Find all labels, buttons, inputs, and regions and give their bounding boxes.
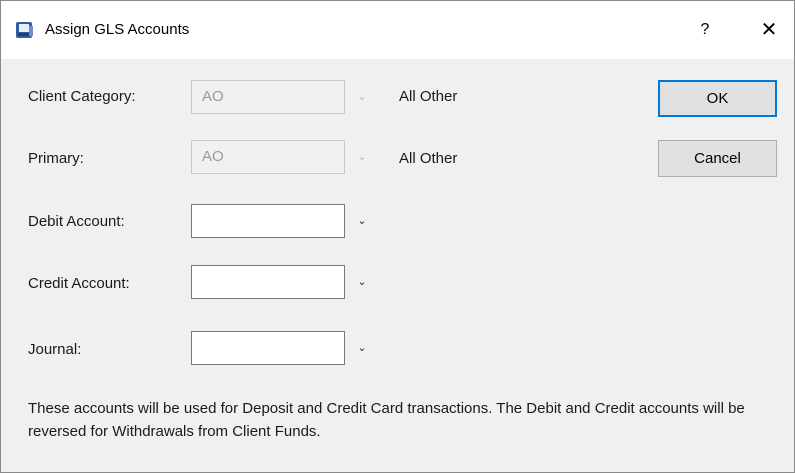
debit-account-combo[interactable]	[191, 204, 345, 238]
chevron-down-icon: ⌄	[357, 151, 367, 163]
credit-account-label: Credit Account:	[28, 275, 130, 292]
client-category-description: All Other	[399, 88, 458, 105]
primary-combo: AO	[191, 140, 345, 174]
chevron-down-icon[interactable]: ⌄	[353, 204, 371, 238]
chevron-down-icon: ⌄	[357, 91, 367, 103]
info-note: These accounts will be used for Deposit …	[28, 400, 745, 440]
credit-account-combo[interactable]	[191, 265, 345, 299]
help-button[interactable]: ?	[687, 13, 723, 47]
dialog-window: Assign GLS Accounts ? ✕ Client Category:…	[0, 0, 795, 473]
primary-description: All Other	[399, 150, 458, 167]
client-category-label: Client Category:	[28, 88, 136, 105]
journal-label: Journal:	[28, 341, 82, 358]
client-category-combo: AO	[191, 80, 345, 114]
ok-button[interactable]: OK	[658, 80, 777, 117]
chevron-down-icon[interactable]: ⌄	[353, 265, 371, 299]
client-category-value: AO	[202, 88, 224, 105]
primary-value: AO	[202, 148, 224, 165]
help-icon: ?	[700, 21, 710, 38]
close-button[interactable]: ✕	[749, 13, 789, 47]
primary-label: Primary:	[28, 150, 84, 167]
debit-account-label: Debit Account:	[28, 213, 125, 230]
chevron-down-icon[interactable]: ⌄	[353, 331, 371, 365]
title-bar[interactable]: Assign GLS Accounts ? ✕	[1, 1, 794, 59]
journal-combo[interactable]	[191, 331, 345, 365]
window-title: Assign GLS Accounts	[45, 21, 190, 38]
app-icon	[15, 20, 35, 40]
cancel-button[interactable]: Cancel	[658, 140, 777, 177]
close-icon: ✕	[760, 19, 778, 41]
